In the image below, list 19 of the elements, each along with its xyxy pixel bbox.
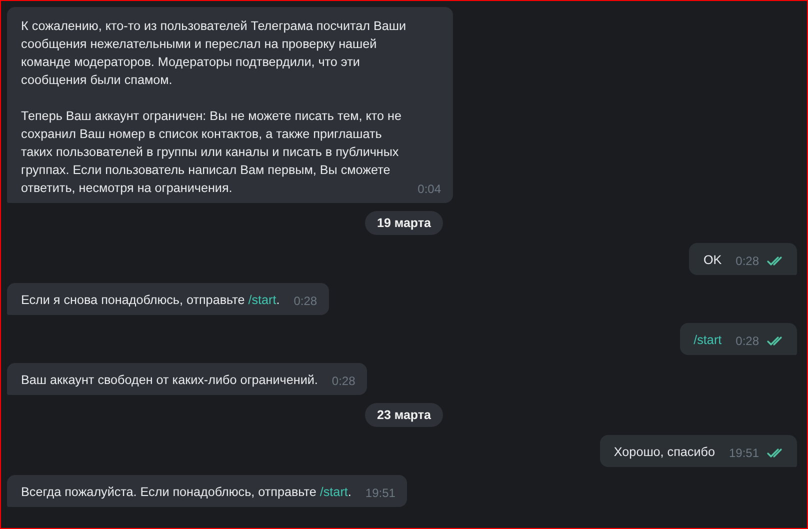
command-link[interactable]: /start xyxy=(248,293,276,307)
message-text: Ваш аккаунт свободен от каких-либо ограничений. xyxy=(21,372,318,389)
command-link[interactable]: /start xyxy=(694,333,722,347)
message-text: Если я снова понадоблюсь, отправьте /start. xyxy=(21,292,280,309)
date-badge: 23 марта xyxy=(365,403,443,427)
message-time: 0:28 xyxy=(736,333,759,349)
message-time: 0:28 xyxy=(294,293,318,309)
command-link[interactable]: /start xyxy=(320,485,348,499)
message-time: 0:04 xyxy=(418,181,441,197)
message-time: 19:51 xyxy=(728,445,759,461)
message-text: OK xyxy=(703,252,722,269)
message-text: Всегда пожалуйста. Если понадоблюсь, отправьте /start. xyxy=(21,484,352,501)
message-text: Хорошо, спасибо xyxy=(614,444,715,461)
message-time: 0:28 xyxy=(736,253,759,269)
message-time: 0:28 xyxy=(332,373,356,389)
message-text: К сожалению, кто-то из пользователей Телеграма посчитал Ваши сообщения нежелательными и переслал на проверку нашей команде модераторов. Модераторы подтвердили, что эти сообщения были спамом. xyxy=(21,18,408,89)
message-text: Теперь Ваш аккаунт ограничен: Вы не можете писать тем, кто не сохранил Ваш номер в список контактов, а также приглашать таких пользователей в группы или каналы и писать в публичных группах. Если пользователь написал Вам первым, Вы сможете ответить, несмотря на ограничения. xyxy=(21,108,402,197)
date-badge: 19 марта xyxy=(365,211,443,235)
message-time: 19:51 xyxy=(365,485,396,501)
